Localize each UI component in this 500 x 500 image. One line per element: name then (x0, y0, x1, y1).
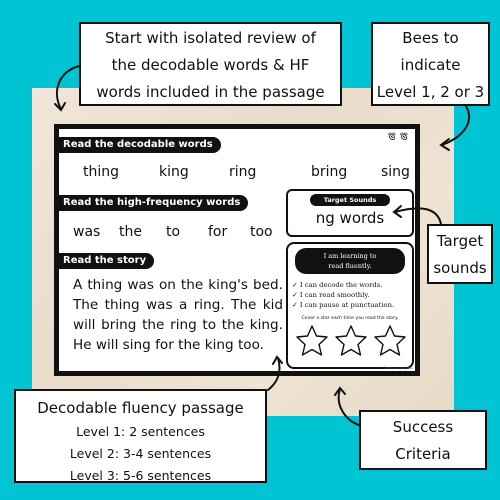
hf-word: for (208, 224, 228, 240)
learning-intention: I am learning to read fluently. (295, 248, 405, 274)
check-icon: ✓ (292, 291, 298, 299)
decodable-word: ring (229, 164, 257, 180)
success-criteria-box: I am learning to read fluently. ✓ I can … (286, 242, 414, 369)
callout-line: Level 1, 2 or 3 (376, 83, 485, 101)
criteria-item: ✓ I can decode the words. (292, 280, 394, 290)
target-sounds-value: ng words (315, 209, 385, 227)
callout-line: sounds (433, 259, 487, 277)
hf-word: too (250, 224, 273, 240)
callout-line: indicate (400, 56, 461, 74)
callout-line: the decodable words & HF (111, 56, 310, 74)
star-tracker (294, 324, 408, 358)
target-sounds-label: Target Sounds (310, 194, 390, 206)
level-line: Level 3: 5-6 sentences (69, 468, 212, 483)
callout-success-criteria: Success Criteria (359, 410, 487, 470)
decodable-word: king (159, 164, 189, 180)
callout-line: Start with isolated review of (105, 29, 316, 47)
callout-line: Bees to (402, 29, 459, 47)
criteria-text: I can pause at punctuation. (299, 301, 395, 309)
hf-word-list: was the to for too (73, 224, 273, 240)
hf-words-label: Read the high-frequency words (59, 195, 249, 211)
level-line: Level 2: 3-4 sentences (69, 446, 212, 461)
learning-intention-line: I am learning to (323, 252, 377, 260)
level-line: Level 1: 2 sentences (76, 424, 205, 439)
callout-line: Target (436, 232, 484, 250)
bee-icon (388, 132, 396, 141)
criteria-item: ✓ I can read smoothly. (292, 290, 394, 300)
copyright: © Mrs Learning Bee (382, 366, 413, 370)
callout-title: Decodable fluency passage (37, 399, 244, 417)
check-icon: ✓ (292, 301, 298, 309)
hf-word: was (73, 224, 101, 240)
callout-line: Success (392, 418, 454, 436)
story-passage: A thing was on the king's bed. The thing… (73, 277, 283, 353)
callout-bees: Bees to indicate Level 1, 2 or 3 (371, 22, 490, 106)
bee-icon (400, 132, 408, 141)
target-sounds-box: Target Sounds ng words (286, 189, 414, 237)
learning-intention-line: read fluently. (328, 262, 372, 270)
decodable-words-label: Read the decodable words (59, 137, 221, 153)
decodable-word: bring (311, 164, 348, 180)
criteria-item: ✓ I can pause at punctuation. (292, 300, 394, 310)
level-indicator (387, 131, 409, 141)
decodable-word-list: thing king ring bring sing (83, 164, 410, 180)
decodable-word: sing (381, 164, 410, 180)
check-icon: ✓ (292, 281, 298, 289)
callout-target-sounds: Target sounds (427, 224, 493, 284)
star-instruction: Cover a star each time you read the stor… (301, 316, 399, 321)
hf-word: to (166, 224, 181, 240)
star-icon[interactable] (333, 324, 369, 358)
star-icon[interactable] (372, 324, 408, 358)
decodable-word: thing (83, 164, 120, 180)
callout-passage-levels: Decodable fluency passage Level 1: 2 sen… (14, 389, 267, 483)
criteria-text: I can decode the words. (299, 281, 383, 289)
criteria-list: ✓ I can decode the words. ✓ I can read s… (292, 280, 394, 310)
story-label: Read the story (59, 253, 155, 269)
star-icon[interactable] (294, 324, 330, 358)
worksheet: Read the decodable words thing king ring… (54, 124, 420, 376)
callout-isolated-review: Start with isolated review of the decoda… (79, 22, 342, 106)
callout-line: words included in the passage (96, 83, 325, 101)
callout-line: Criteria (395, 445, 451, 463)
criteria-text: I can read smoothly. (299, 291, 370, 299)
hf-word: the (119, 224, 142, 240)
